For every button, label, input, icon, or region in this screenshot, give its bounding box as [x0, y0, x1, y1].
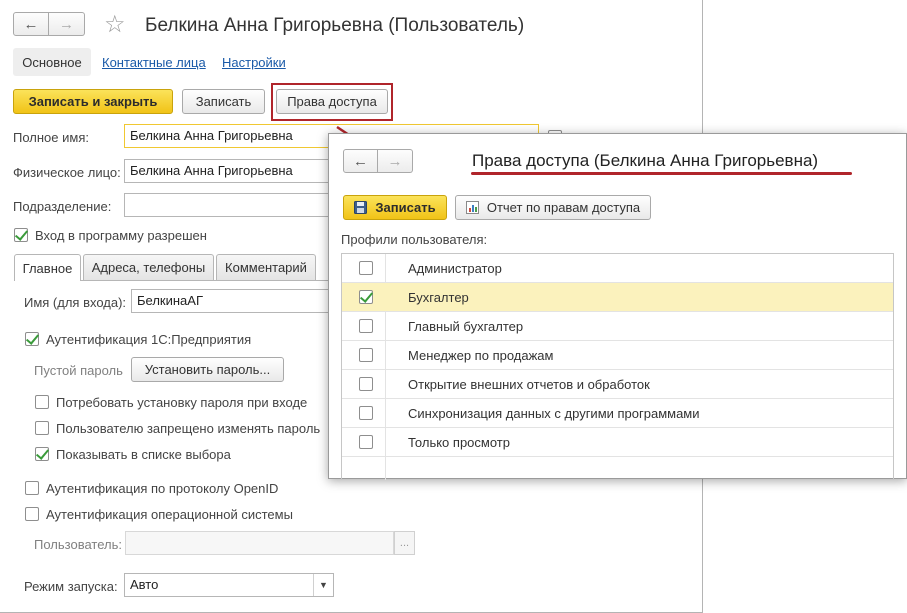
os-user-select-button[interactable]: ...	[394, 531, 415, 555]
person-input[interactable]: Белкина Анна Григорьевна	[124, 159, 334, 183]
table-row[interactable]: Открытие внешних отчетов и обработок	[342, 370, 893, 399]
profile-name: Только просмотр	[408, 435, 510, 450]
profile-checkbox[interactable]	[359, 435, 373, 449]
window-title: Белкина Анна Григорьевна (Пользователь)	[145, 15, 525, 36]
profile-name: Открытие внешних отчетов и обработок	[408, 377, 650, 392]
floppy-disk-icon	[354, 201, 368, 214]
require-password-change-label: Потребовать установку пароля при входе	[56, 395, 308, 410]
tab-main[interactable]: Основное	[13, 48, 91, 76]
access-rights-button[interactable]: Права доступа	[276, 89, 388, 114]
back-button[interactable]: ←	[13, 12, 49, 36]
profile-name: Администратор	[408, 261, 502, 276]
arrow-right-icon: →	[387, 152, 403, 170]
table-row[interactable]: Менеджер по продажам	[342, 341, 893, 370]
tab-settings[interactable]: Настройки	[222, 55, 286, 70]
arrow-right-icon: →	[59, 15, 74, 33]
favorite-star-icon[interactable]: ☆	[104, 10, 126, 39]
save-and-close-button[interactable]: Записать и закрыть	[13, 89, 173, 114]
table-row[interactable]: Бухгалтер	[342, 283, 893, 312]
table-row[interactable]: Администратор	[342, 254, 893, 283]
auth-os-label: Аутентификация операционной системы	[46, 507, 293, 522]
table-row[interactable]: Синхронизация данных с другими программа…	[342, 399, 893, 428]
tab-inner-main[interactable]: Главное	[14, 254, 81, 281]
os-user-label: Пользователь:	[34, 537, 122, 552]
access-report-label: Отчет по правам доступа	[486, 200, 641, 215]
profile-name: Бухгалтер	[408, 290, 469, 305]
department-label: Подразделение:	[13, 199, 112, 214]
table-row[interactable]: Главный бухгалтер	[342, 312, 893, 341]
title-underline	[471, 172, 852, 175]
arrow-left-icon: ←	[23, 15, 39, 33]
table-row[interactable]: Только просмотр	[342, 428, 893, 457]
profile-checkbox[interactable]	[359, 348, 373, 362]
login-allowed-checkbox[interactable]	[14, 228, 28, 242]
chevron-down-icon[interactable]: ▼	[313, 574, 333, 596]
popup-forward-button[interactable]: →	[378, 149, 413, 173]
profiles-table: Администратор Бухгалтер Главный бухгалте…	[341, 253, 894, 480]
empty-password-label: Пустой пароль	[34, 363, 123, 378]
profile-name: Главный бухгалтер	[408, 319, 524, 334]
login-name-label: Имя (для входа):	[24, 295, 127, 310]
profile-checkbox[interactable]	[359, 290, 373, 304]
auth-openid-label: Аутентификация по протоколу OpenID	[46, 481, 279, 496]
profile-name: Менеджер по продажам	[408, 348, 554, 363]
tab-comment[interactable]: Комментарий	[216, 254, 316, 280]
popup-save-button[interactable]: Записать	[343, 195, 447, 220]
login-allowed-label: Вход в программу разрешен	[35, 228, 207, 243]
report-icon	[465, 201, 479, 214]
deny-password-change-label: Пользователю запрещено изменять пароль	[56, 421, 321, 436]
department-input[interactable]	[124, 193, 334, 217]
require-password-change-checkbox[interactable]	[35, 395, 49, 409]
profiles-label: Профили пользователя:	[341, 232, 488, 247]
show-in-list-checkbox[interactable]	[35, 447, 49, 461]
auth-openid-checkbox[interactable]	[25, 481, 39, 495]
full-name-label: Полное имя:	[13, 130, 89, 145]
profile-checkbox[interactable]	[359, 377, 373, 391]
profile-checkbox[interactable]	[359, 261, 373, 275]
person-label: Физическое лицо:	[13, 165, 121, 180]
launch-mode-label: Режим запуска:	[24, 579, 118, 594]
show-in-list-label: Показывать в списке выбора	[56, 447, 231, 462]
forward-button[interactable]: →	[49, 12, 85, 36]
popup-back-button[interactable]: ←	[343, 149, 378, 173]
access-report-button[interactable]: Отчет по правам доступа	[455, 195, 651, 220]
login-name-input[interactable]: БелкинаАГ	[131, 289, 334, 313]
tab-contacts[interactable]: Контактные лица	[102, 55, 206, 70]
popup-title: Права доступа (Белкина Анна Григорьевна)	[472, 151, 819, 170]
access-rights-window: ← → Права доступа (Белкина Анна Григорье…	[328, 133, 907, 480]
save-button[interactable]: Записать	[182, 89, 265, 114]
set-password-button[interactable]: Установить пароль...	[131, 357, 284, 382]
arrow-left-icon: ←	[353, 152, 368, 170]
auth-1c-label: Аутентификация 1С:Предприятия	[46, 332, 252, 347]
profile-checkbox[interactable]	[359, 406, 373, 420]
profile-name: Синхронизация данных с другими программа…	[408, 406, 700, 421]
deny-password-change-checkbox[interactable]	[35, 421, 49, 435]
os-user-input[interactable]	[125, 531, 394, 555]
launch-mode-value: Авто	[130, 577, 159, 592]
auth-os-checkbox[interactable]	[25, 507, 39, 521]
profile-checkbox[interactable]	[359, 319, 373, 333]
auth-1c-checkbox[interactable]	[25, 332, 39, 346]
launch-mode-select[interactable]: Авто ▼	[124, 573, 334, 597]
tab-addresses[interactable]: Адреса, телефоны	[83, 254, 214, 280]
popup-save-label: Записать	[375, 200, 436, 215]
